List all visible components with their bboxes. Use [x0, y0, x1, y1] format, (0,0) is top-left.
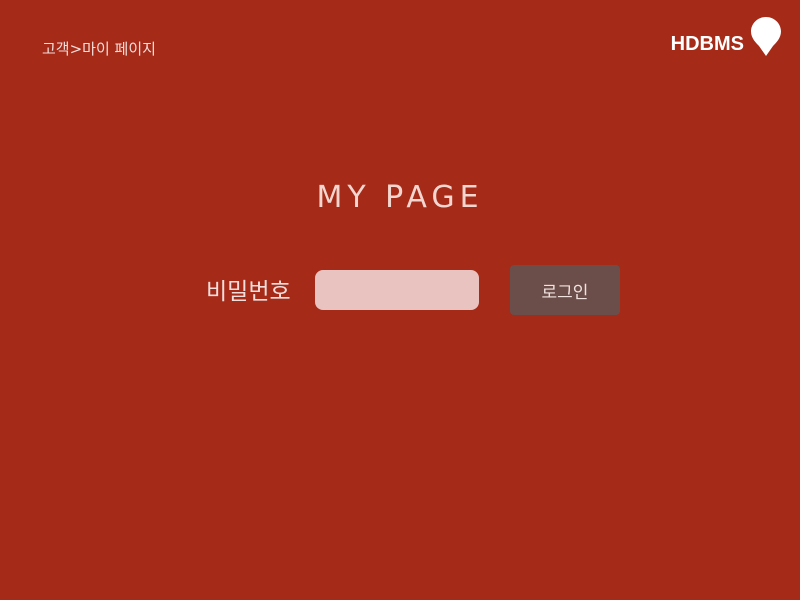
login-button[interactable]: 로그인 [510, 265, 620, 315]
map-pin-icon [751, 17, 781, 56]
breadcrumb: 고객>마이 페이지 [42, 40, 156, 58]
password-label: 비밀번호 [206, 279, 291, 305]
brand-name: HDBMS [670, 32, 744, 55]
page-title: MY PAGE [316, 180, 484, 215]
brand-logo: HDBMS [671, 16, 782, 58]
password-input[interactable] [315, 270, 479, 310]
